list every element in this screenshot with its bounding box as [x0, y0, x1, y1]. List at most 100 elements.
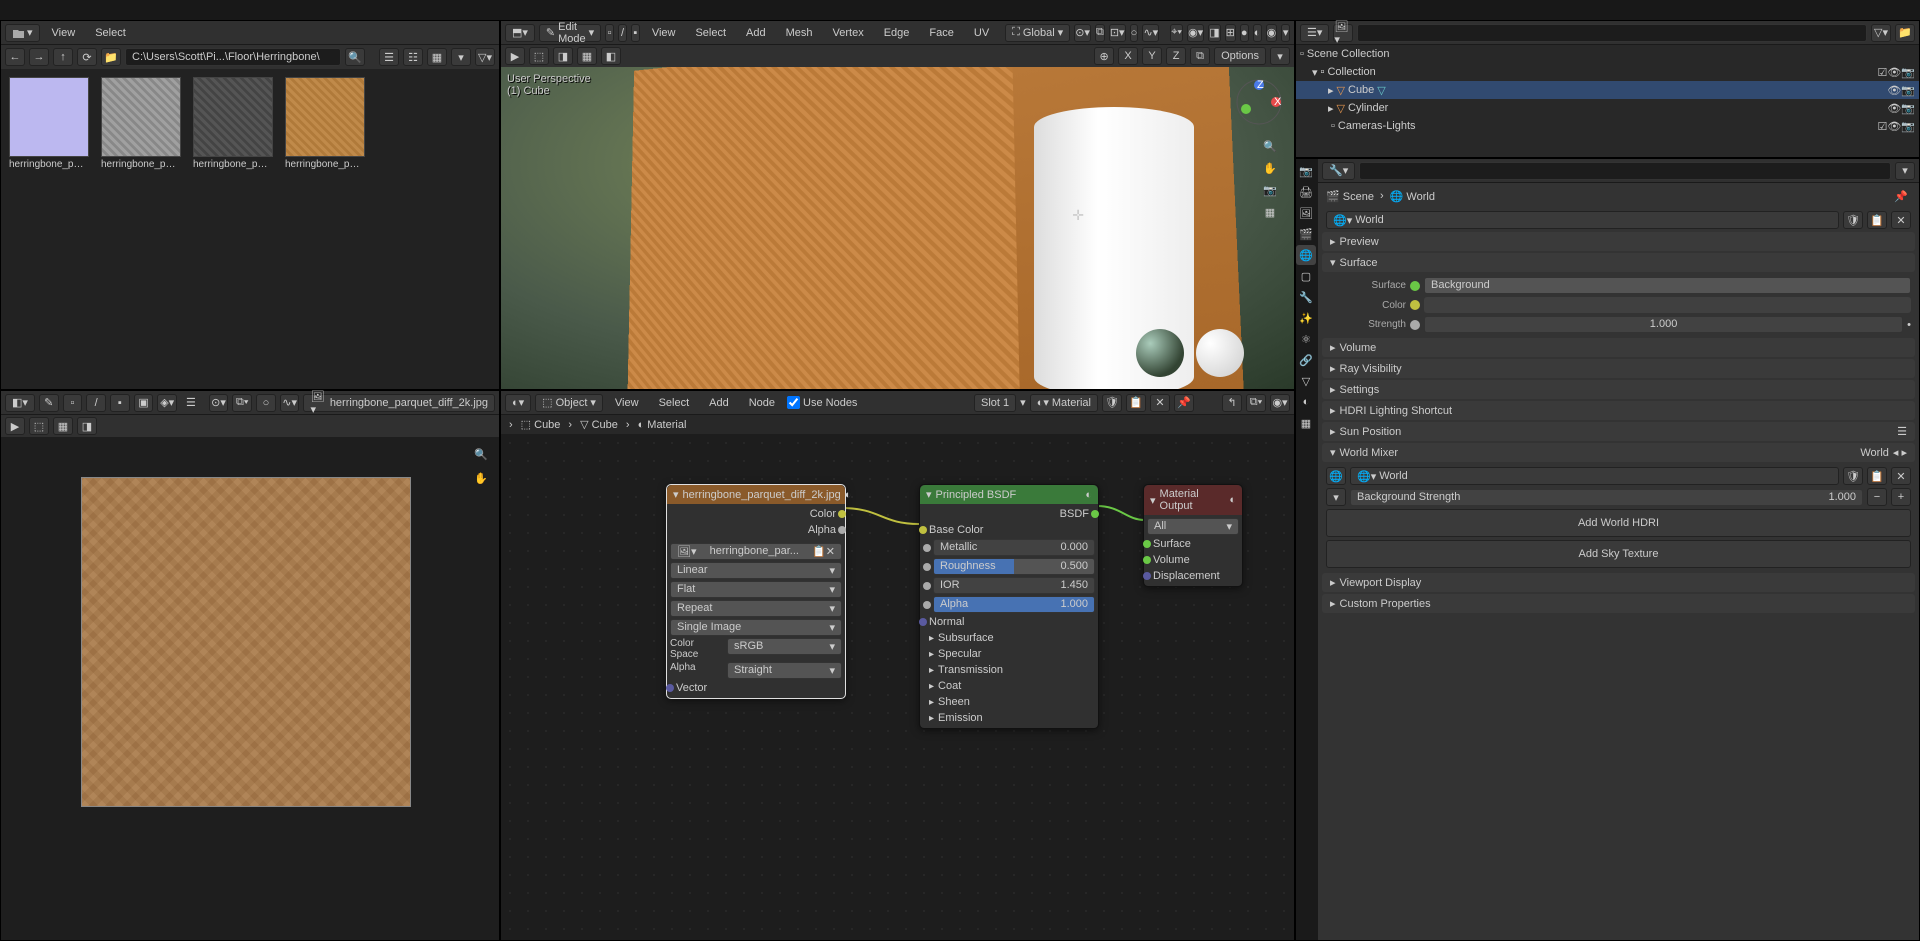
pan-icon[interactable]: ✋ [1260, 159, 1280, 177]
uv-mode-icon[interactable]: ✎ [39, 394, 59, 412]
zoom-icon[interactable]: 🔍 [1260, 137, 1280, 155]
mixer-new-icon[interactable]: 🛡 [1843, 467, 1863, 485]
editor-type-shader-icon[interactable]: ◐▾ [505, 394, 531, 412]
uv-proportional-icon[interactable]: ○ [256, 394, 276, 412]
overlays-icon[interactable]: ◉▾ [1187, 24, 1204, 42]
mat-fake-icon[interactable]: 🛡 [1102, 394, 1122, 412]
surface-type-select[interactable]: Background [1424, 277, 1911, 294]
shading-solid-icon[interactable]: ● [1240, 24, 1249, 42]
tool-sel3-icon[interactable]: ◧ [601, 47, 621, 65]
panel-surface[interactable]: ▾ Surface [1322, 253, 1915, 272]
tab-viewlayer-icon[interactable]: 🖼 [1296, 203, 1316, 223]
uv-sel2-icon[interactable]: ▦ [53, 417, 73, 435]
up-icon[interactable]: ↑ [53, 48, 73, 66]
shader-mode-select[interactable]: ⬚ Object ▾ [535, 394, 603, 412]
vp-menu-face[interactable]: Face [921, 25, 961, 41]
uv-sel-face-icon[interactable]: ▪ [110, 394, 130, 412]
vp-menu-vertex[interactable]: Vertex [825, 25, 872, 41]
tool-cursor-icon[interactable]: ▶ [505, 47, 525, 65]
uv-sel-vertex-icon[interactable]: ▫ [63, 394, 83, 412]
props-options-icon[interactable]: ▾ [1895, 162, 1915, 180]
display-settings-icon[interactable]: ▾ [451, 48, 471, 66]
uv-sticky-icon[interactable]: ◈▾ [157, 394, 177, 412]
tree-collection[interactable]: ▾▫Collection☑👁📷 [1296, 63, 1919, 81]
tab-scene-icon[interactable]: 🎬 [1296, 224, 1316, 244]
world-copy-icon[interactable]: 📋 [1867, 211, 1887, 229]
world-new-icon[interactable]: 🛡 [1843, 211, 1863, 229]
editor-type-3d-icon[interactable]: ⬒▾ [505, 24, 535, 42]
uv-sel-tool-icon[interactable]: ⬚ [29, 417, 49, 435]
tab-world-icon[interactable]: 🌐 [1296, 245, 1316, 265]
ortho-icon[interactable]: ▦ [1260, 203, 1280, 221]
outliner-mode-icon[interactable]: 🖼▾ [1333, 24, 1353, 42]
tab-texture-icon[interactable]: ▦ [1296, 413, 1316, 433]
strength-field[interactable]: 1.000 [1424, 316, 1903, 333]
mixer-world-select[interactable]: 🌐▾ World [1350, 467, 1839, 485]
panel-sun[interactable]: ▸ Sun Position☰ [1322, 422, 1915, 441]
axis-z-button[interactable]: Z [1166, 47, 1186, 65]
editor-type-outliner-icon[interactable]: ☰▾ [1300, 24, 1329, 42]
camera-icon[interactable]: 📷 [1260, 181, 1280, 199]
uv-snap-icon[interactable]: ⧉▾ [232, 394, 252, 412]
orientation-select[interactable]: ⛶ Global ▾ [1005, 24, 1070, 42]
mixer-unlink-icon[interactable]: ✕ [1891, 467, 1911, 485]
uv-menu-icon[interactable]: ☰ [181, 394, 201, 412]
mixer-copy-icon[interactable]: 📋 [1867, 467, 1887, 485]
tool-sel-icon[interactable]: ◨ [553, 47, 573, 65]
new-collection-icon[interactable]: 📁 [1895, 24, 1915, 42]
material-select[interactable]: ◐▾ Material [1030, 394, 1098, 412]
pin-icon[interactable]: 📌 [1891, 187, 1911, 205]
tree-cube[interactable]: ▸▽Cube▽👁📷 [1296, 81, 1919, 99]
viewport-canvas[interactable]: User Perspective (1) Cube ✛ XZ 🔍 ✋ 📷 [501, 67, 1294, 389]
tab-physics-icon[interactable]: ⚛ [1296, 329, 1316, 349]
panel-settings[interactable]: ▸ Settings [1322, 380, 1915, 399]
vp-menu-mesh[interactable]: Mesh [778, 25, 821, 41]
back-icon[interactable]: ← [5, 48, 25, 66]
uv-image-select[interactable]: 🖼▾ herringbone_parquet_diff_2k.jpg [303, 394, 495, 412]
sh-menu-node[interactable]: Node [741, 395, 783, 411]
editor-type-props-icon[interactable]: 🔧▾ [1322, 162, 1355, 180]
display-column-icon[interactable]: ☷ [403, 48, 423, 66]
use-nodes-checkbox[interactable]: Use Nodes [787, 396, 857, 409]
material-output-node[interactable]: ▾Material Output◐ All▾ Surface Volume Di… [1143, 484, 1243, 587]
snap-node-icon[interactable]: ⧉▾ [1246, 394, 1266, 412]
uv-sel-edge-icon[interactable]: / [86, 394, 106, 412]
tab-render-icon[interactable]: 📷 [1296, 161, 1316, 181]
display-list-icon[interactable]: ☰ [379, 48, 399, 66]
outliner-tree[interactable]: ▫Scene Collection ▾▫Collection☑👁📷 ▸▽Cube… [1296, 45, 1919, 157]
tab-output-icon[interactable]: 🖨 [1296, 182, 1316, 202]
sh-menu-add[interactable]: Add [701, 395, 737, 411]
tab-particles-icon[interactable]: ✨ [1296, 308, 1316, 328]
sel-edge-icon[interactable]: / [618, 24, 627, 42]
refresh-icon[interactable]: ⟳ [77, 48, 97, 66]
bg-strength-toggle-icon[interactable]: ▾ [1326, 488, 1346, 506]
proportional-icon[interactable]: ○ [1130, 24, 1139, 42]
bc-world-icon[interactable]: 🌐 World [1390, 190, 1435, 203]
pin-icon[interactable]: 📌 [1174, 394, 1194, 412]
add-world-hdri-button[interactable]: Add World HDRI [1326, 509, 1911, 537]
snap-to-icon[interactable]: ⊡▾ [1109, 24, 1126, 42]
fb-menu-select[interactable]: Select [87, 25, 134, 41]
panel-ray[interactable]: ▸ Ray Visibility [1322, 359, 1915, 378]
pan-icon[interactable]: ✋ [471, 469, 491, 487]
bc-mesh[interactable]: ▽ Cube [580, 418, 618, 431]
panel-mixer[interactable]: ▾ World MixerWorld ◂ ▸ [1322, 443, 1915, 462]
parent-icon[interactable]: ↰ [1222, 394, 1242, 412]
file-thumb[interactable]: herringbone_parqu... [193, 77, 273, 170]
uv-cursor-tool-icon[interactable]: ▶ [5, 417, 25, 435]
snap-icon[interactable]: ⧉ [1095, 24, 1105, 42]
gizmo-icon[interactable]: ⌖▾ [1170, 24, 1183, 42]
uv-sel3-icon[interactable]: ◨ [77, 417, 97, 435]
zoom-icon[interactable]: 🔍 [471, 445, 491, 463]
mat-unlink-icon[interactable]: ✕ [1150, 394, 1170, 412]
tool-sel-box-icon[interactable]: ⬚ [529, 47, 549, 65]
sh-menu-select[interactable]: Select [651, 395, 698, 411]
tab-material-icon[interactable]: ◐ [1296, 392, 1316, 412]
mirror-icon[interactable]: ⧉ [1190, 47, 1210, 65]
image-texture-node[interactable]: ▾herringbone_parquet_diff_2k.jpg◐ Color … [666, 484, 846, 699]
outliner-search[interactable] [1357, 24, 1867, 42]
bc-material[interactable]: ◐ Material [638, 419, 687, 431]
editor-type-uv-icon[interactable]: ◧▾ [5, 394, 35, 412]
pivot-icon[interactable]: ⊙▾ [1074, 24, 1091, 42]
add-sky-texture-button[interactable]: Add Sky Texture [1326, 540, 1911, 568]
